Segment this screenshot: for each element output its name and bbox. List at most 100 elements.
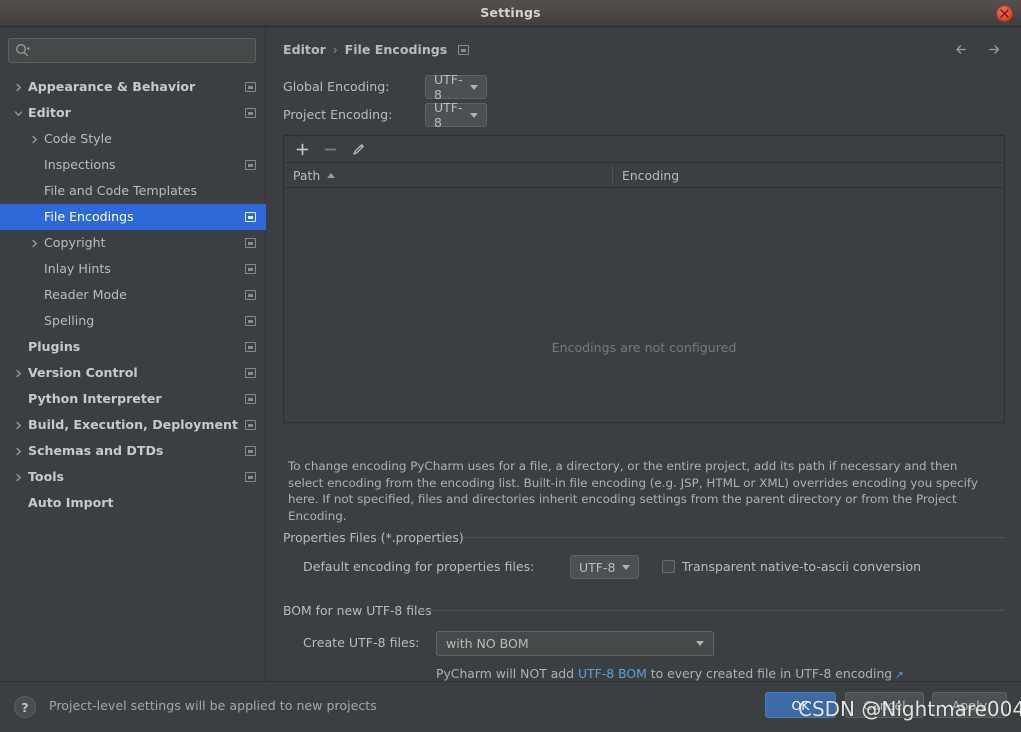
project-scope-icon [245,368,256,378]
sidebar-item-label: File and Code Templates [44,183,198,198]
sidebar-item-build-execution-deployment[interactable]: Build, Execution, Deployment [0,412,266,438]
properties-group-title: Properties Files (*.properties) [283,530,472,545]
add-encoding-button[interactable] [290,138,314,160]
sidebar-item-label: Tools [28,469,65,484]
breadcrumb-separator: › [332,42,338,57]
encodings-help-text: To change encoding PyCharm uses for a fi… [288,459,978,523]
chevron-right-icon[interactable] [12,74,24,100]
sidebar-item-label: Appearance & Behavior [28,79,196,94]
bom-group-title: BOM for new UTF-8 files [283,603,440,618]
sidebar-item-spelling[interactable]: Spelling [0,308,266,334]
project-scope-icon [245,316,256,326]
transparent-native-to-ascii-checkbox[interactable] [662,560,675,573]
properties-encoding-combo[interactable]: UTF-8 [570,555,640,579]
close-glyph [1000,9,1009,18]
pencil-icon [352,143,364,155]
utf8-bom-link[interactable]: UTF-8 BOM [578,666,647,681]
properties-encoding-value: UTF-8 [579,559,616,575]
column-header-path[interactable]: Path [284,163,336,188]
chevron-right-icon[interactable] [12,360,24,386]
search-box[interactable] [8,38,256,63]
sort-ascending-icon [327,173,336,178]
sidebar-item-copyright[interactable]: Copyright [0,230,266,256]
sidebar-item-appearance-behavior[interactable]: Appearance & Behavior [0,74,266,100]
chevron-down-icon [469,112,478,118]
sidebar-item-code-style[interactable]: Code Style [0,126,266,152]
arrow-left-icon[interactable] [953,41,970,58]
window-title: Settings [480,5,541,20]
remove-encoding-button[interactable] [318,138,342,160]
bom-mode-combo[interactable]: with NO BOM [436,631,714,656]
sidebar-item-inlay-hints[interactable]: Inlay Hints [0,256,266,282]
apply-button[interactable]: Apply [932,692,1007,718]
chevron-right-icon[interactable] [12,464,24,490]
arrow-right-icon[interactable] [986,41,1003,58]
bom-note-prefix: PyCharm will NOT add [436,666,578,681]
sidebar-item-label: Copyright [44,235,106,250]
bom-mode-value: with NO BOM [446,636,529,651]
project-scope-icon [245,446,256,456]
create-utf8-files-label: Create UTF-8 files: [303,635,420,650]
sidebar-item-label: Plugins [28,339,81,354]
project-scope-icon [245,264,256,274]
close-icon[interactable] [996,5,1013,22]
sidebar-item-tools[interactable]: Tools [0,464,266,490]
chevron-right-icon[interactable] [28,126,40,152]
sidebar-item-schemas-and-dtds[interactable]: Schemas and DTDs [0,438,266,464]
chevron-down-icon[interactable] [12,100,24,126]
sidebar-item-label: Auto Import [28,495,114,510]
global-encoding-value: UTF-8 [434,72,463,102]
sidebar-item-label: Inlay Hints [44,261,111,276]
sidebar-item-label: Inspections [44,157,116,172]
global-encoding-combo[interactable]: UTF-8 [425,72,487,102]
bom-group-divider [419,610,1005,611]
settings-dialog: Settings Appearance & Behavior Editor Code… [0,0,1021,732]
chevron-down-icon [696,641,704,646]
project-encoding-combo[interactable]: UTF-8 [425,100,487,130]
cancel-button[interactable]: Cancel [845,692,924,718]
sidebar-item-reader-mode[interactable]: Reader Mode [0,282,266,308]
ok-button[interactable]: OK [765,692,836,718]
project-scope-icon [245,290,256,300]
sidebar-item-editor[interactable]: Editor [0,100,266,126]
default-properties-encoding-label: Default encoding for properties files: [303,559,535,574]
navigation-arrows [953,41,1003,58]
sidebar-item-python-interpreter[interactable]: Python Interpreter [0,386,266,412]
sidebar-item-label: Code Style [44,131,112,146]
breadcrumb-root[interactable]: Editor [283,42,326,57]
edit-encoding-button[interactable] [346,138,370,160]
project-scope-icon [245,394,256,404]
help-icon[interactable]: ? [14,696,36,718]
sidebar-item-version-control[interactable]: Version Control [0,360,266,386]
chevron-right-icon[interactable] [12,438,24,464]
encodings-toolbar [284,136,1004,163]
transparent-native-to-ascii-label: Transparent native-to-ascii conversion [682,559,922,574]
title-bar: Settings [0,0,1021,27]
breadcrumb-leaf: File Encodings [344,42,448,57]
column-header-encoding[interactable]: Encoding [613,163,679,188]
project-scope-icon [245,238,256,248]
chevron-right-icon[interactable] [12,412,24,438]
settings-sidebar: Appearance & Behavior Editor Code Style Ins… [0,27,266,681]
sidebar-item-plugins[interactable]: Plugins [0,334,266,360]
plus-icon [296,143,308,155]
sidebar-item-label: Python Interpreter [28,391,162,406]
search-input[interactable] [8,38,256,63]
empty-table-message: Encodings are not configured [551,340,737,355]
sidebar-item-label: Build, Execution, Deployment [28,417,239,432]
project-scope-icon [245,82,256,92]
project-scope-icon [458,44,470,55]
sidebar-item-file-and-code-templates[interactable]: File and Code Templates [0,178,266,204]
breadcrumb: Editor › File Encodings [283,42,470,57]
encodings-table-body: Encodings are not configured [284,188,1004,422]
project-encoding-value: UTF-8 [434,100,463,130]
settings-tree: Appearance & Behavior Editor Code Style Ins… [0,74,266,516]
sidebar-item-file-encodings[interactable]: File Encodings [0,204,266,230]
project-scope-icon [245,472,256,482]
footer-note: Project-level settings will be applied t… [49,698,377,713]
sidebar-item-auto-import[interactable]: Auto Import [0,490,266,516]
chevron-down-icon [622,564,631,570]
chevron-right-icon[interactable] [28,230,40,256]
sidebar-item-inspections[interactable]: Inspections [0,152,266,178]
encodings-table-header: Path Encoding [284,163,1004,188]
